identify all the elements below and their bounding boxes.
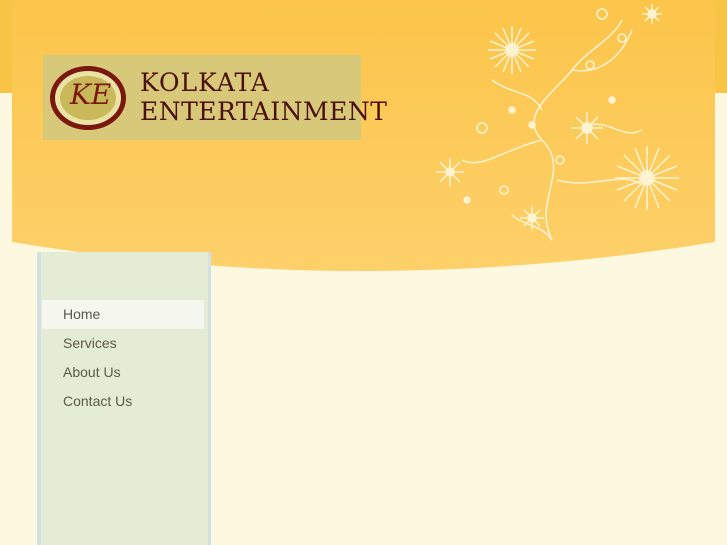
header-background	[12, 0, 715, 271]
nav-item-home[interactable]: Home	[42, 300, 204, 329]
header-banner	[12, 0, 715, 280]
main-nav: Home Services About Us Contact Us	[42, 300, 204, 416]
nav-item-about-us[interactable]: About Us	[42, 358, 204, 387]
site-logo[interactable]: KE KOLKATA ENTERTAINMENT	[43, 55, 387, 140]
nav-item-contact-us[interactable]: Contact Us	[42, 387, 204, 416]
logo-emblem-letters: KE	[69, 78, 111, 111]
logo-title-line1: KOLKATA	[140, 67, 270, 97]
logo-emblem: KE	[48, 64, 128, 132]
logo-title-line2: ENTERTAINMENT	[140, 96, 388, 126]
ke-monogram-icon: KE	[50, 65, 126, 130]
nav-item-services[interactable]: Services	[42, 329, 204, 358]
logo-text: KOLKATA ENTERTAINMENT	[140, 67, 388, 127]
